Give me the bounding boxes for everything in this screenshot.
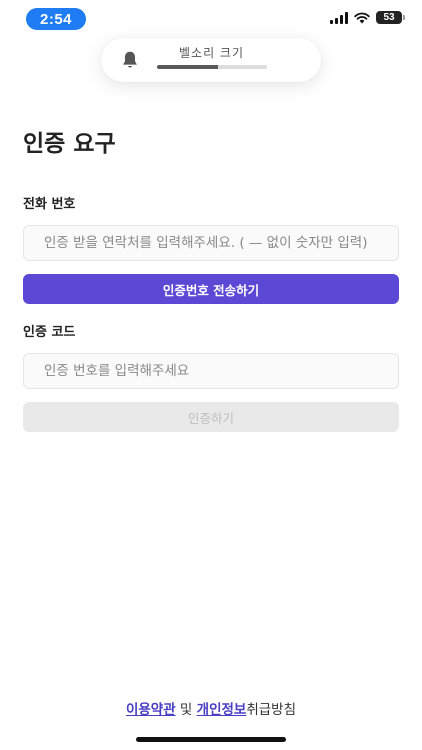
phone-input[interactable] xyxy=(23,225,399,261)
volume-slider[interactable] xyxy=(157,65,267,69)
terms-link[interactable]: 이용약관 xyxy=(126,702,176,718)
verify-button: 인증하기 xyxy=(23,402,399,432)
volume-label: 벨소리 크기 xyxy=(179,46,245,60)
volume-hud: 벨소리 크기 xyxy=(101,38,321,82)
footer-links: 이용약관 및 개인정보취급방침 xyxy=(0,698,422,718)
volume-level xyxy=(157,65,218,69)
status-icons: 53 xyxy=(330,11,405,24)
bell-icon xyxy=(123,51,137,68)
home-indicator xyxy=(136,737,286,742)
status-time: 2:54 xyxy=(26,8,86,30)
code-input[interactable] xyxy=(23,353,399,389)
footer-and: 및 xyxy=(175,702,197,718)
page-title: 인증 요구 xyxy=(23,131,116,157)
code-label: 인증 코드 xyxy=(23,325,76,340)
footer-policy-suffix: 취급방침 xyxy=(246,702,297,718)
phone-label: 전화 번호 xyxy=(23,197,76,212)
status-bar: 2:54 53 xyxy=(0,0,422,36)
privacy-link[interactable]: 개인정보 xyxy=(197,702,247,718)
send-code-button[interactable]: 인증번호 전송하기 xyxy=(23,274,399,304)
cellular-signal-icon xyxy=(330,11,348,24)
battery-icon: 53 xyxy=(376,11,405,24)
wifi-icon xyxy=(354,12,370,23)
